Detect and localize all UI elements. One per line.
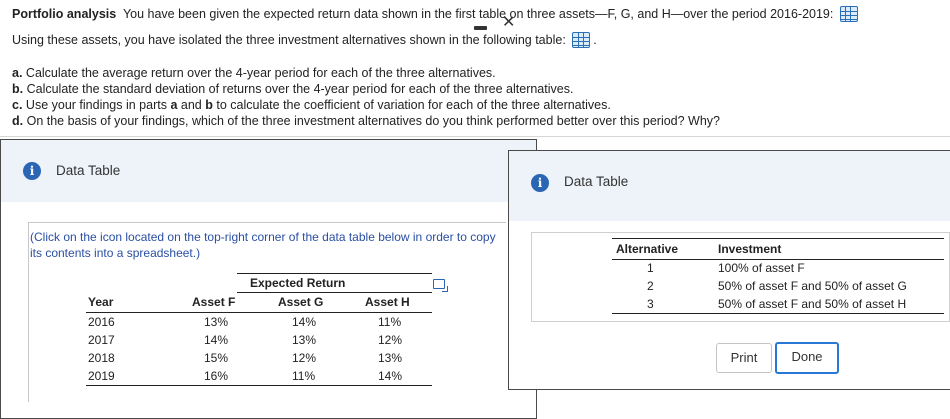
part-text: Calculate the standard deviation of retu… <box>26 82 574 96</box>
table-cell: 15% <box>204 351 229 365</box>
table-cell: 13% <box>292 333 317 347</box>
table-cell: 11% <box>378 315 402 329</box>
table-cell: 1 <box>647 261 654 275</box>
table-cell: 14% <box>292 315 317 329</box>
copy-to-spreadsheet-icon[interactable] <box>433 279 448 292</box>
column-header: Asset H <box>365 295 410 309</box>
table-cell: 2 <box>647 279 654 293</box>
copy-instructions: (Click on the icon located on the top-ri… <box>30 230 496 260</box>
part-b: b. Calculate the standard deviation of r… <box>12 82 573 96</box>
table-cell: 12% <box>292 351 317 365</box>
table-cell: 13% <box>204 315 229 329</box>
question-line1: You have been given the expected return … <box>122 7 834 21</box>
table-rule <box>612 259 944 261</box>
part-text: and <box>180 98 202 112</box>
table-cell: 14% <box>204 333 229 347</box>
expected-return-header: Expected Return <box>250 276 346 290</box>
part-letter: c. <box>12 98 23 112</box>
table-cell: 3 <box>647 297 654 311</box>
part-text: Calculate the average return over the 4-… <box>25 66 496 80</box>
info-icon: i <box>23 162 41 180</box>
table-rule <box>86 312 432 314</box>
part-letter: d. <box>12 114 24 128</box>
part-c: c. Use your findings in parts a and b to… <box>12 98 611 112</box>
table-cell: 12% <box>378 333 403 347</box>
table-cell: 50% of asset F and 50% of asset G <box>718 279 907 293</box>
table-cell: 100% of asset F <box>718 261 805 275</box>
column-header: Alternative <box>616 242 679 256</box>
part-text: Use your findings in parts <box>25 98 167 112</box>
dialog-2-header: i Data Table <box>509 151 950 221</box>
column-header: Investment <box>718 242 782 256</box>
question-line2-row: Using these assets, you have isolated th… <box>12 32 597 48</box>
print-button[interactable]: Print <box>716 343 772 373</box>
question-line2: Using these assets, you have isolated th… <box>12 33 566 47</box>
done-button[interactable]: Done <box>775 342 839 374</box>
column-header: Year <box>88 295 114 309</box>
table-cell: 14% <box>378 369 403 383</box>
dialog-1-header: i Data Table <box>1 140 536 202</box>
part-letter: a. <box>12 66 23 80</box>
table-cell: 16% <box>204 369 229 383</box>
divider <box>0 136 950 137</box>
part-ref-b: b <box>205 98 213 112</box>
part-letter: b. <box>12 82 24 96</box>
data-table-1-icon[interactable] <box>839 6 858 22</box>
table-cell: 2018 <box>88 351 115 365</box>
table-cell: 50% of asset F and 50% of asset H <box>718 297 907 311</box>
table-rule <box>237 273 432 275</box>
table-rule <box>237 292 432 294</box>
question-intro: Portfolio analysis You have been given t… <box>12 6 861 22</box>
part-ref-a: a <box>170 98 178 112</box>
info-icon: i <box>531 174 549 192</box>
table-cell: 2019 <box>88 369 115 383</box>
table-cell: 11% <box>292 369 316 383</box>
question-title: Portfolio analysis <box>12 7 117 21</box>
minimize-icon[interactable] <box>474 26 487 30</box>
part-text: On the basis of your findings, which of … <box>26 114 721 128</box>
table-rule <box>612 238 944 240</box>
table-rule <box>612 313 944 315</box>
column-header: Asset F <box>192 295 236 309</box>
part-text: to calculate the coefficient of variatio… <box>216 98 611 112</box>
data-table-2-icon[interactable] <box>572 32 591 48</box>
dialog-1-title: Data Table <box>56 163 121 178</box>
table-rule <box>86 385 432 387</box>
part-d: d. On the basis of your findings, which … <box>12 114 720 128</box>
question-line2-end: . <box>593 33 597 47</box>
table-cell: 2017 <box>88 333 115 347</box>
table-cell: 2016 <box>88 315 115 329</box>
close-icon[interactable]: ✕ <box>502 12 515 32</box>
column-header: Asset G <box>278 295 324 309</box>
table-cell: 13% <box>378 351 403 365</box>
dialog-2-title: Data Table <box>564 174 629 189</box>
part-a: a. Calculate the average return over the… <box>12 66 496 80</box>
